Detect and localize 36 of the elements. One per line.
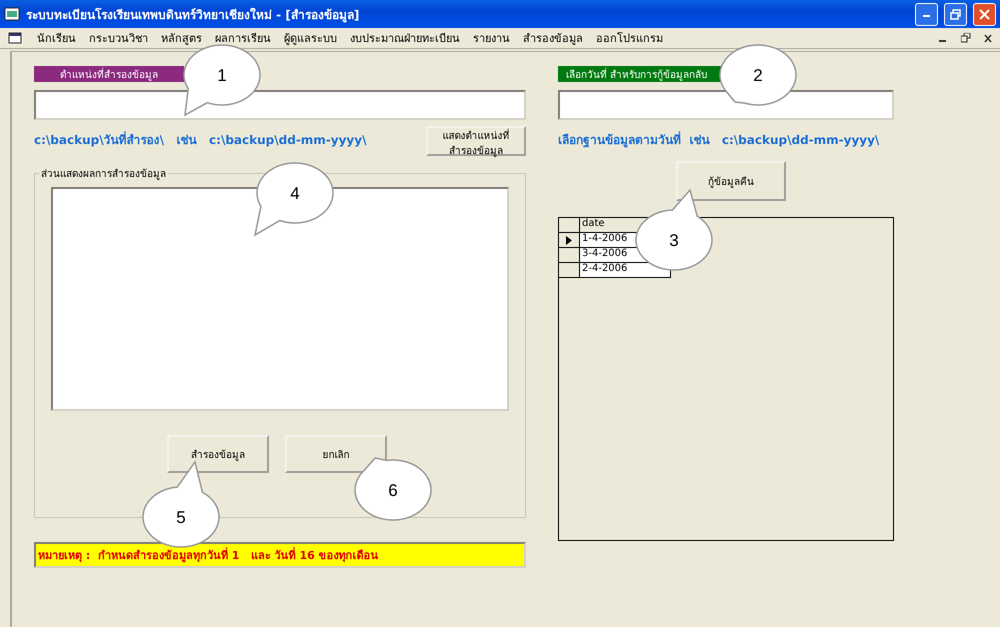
close-icon [979,8,990,20]
menu-item[interactable]: รายงาน [473,29,510,47]
show-path-button[interactable]: แสดงตำแหน่งที่ สำรองข้อมูล [426,126,526,156]
restore-icon [950,8,961,20]
menu-item[interactable]: หลักสูตร [161,29,202,47]
callout-number: 6 [388,481,398,500]
action-button[interactable]: ยกเลิก [285,435,387,473]
child-restore-icon[interactable] [961,33,971,43]
field-label: ตำแหน่งที่สำรองข้อมูล [34,66,184,82]
menu-item[interactable]: นักเรียน [37,29,76,47]
window-title: ระบบทะเบียนโรงเรียนเทพบดินทร์วิทยาเชียงใหม่ - [สำรองข้อมูล] [26,6,360,24]
menu-item[interactable]: สำรองข้อมูล [523,29,583,47]
child-close-icon[interactable] [984,34,992,42]
menu-item[interactable]: งบประมาณฝ่ายทะเบียน [350,29,460,47]
callout-number: 1 [217,66,227,85]
action-button[interactable]: สำรองข้อมูล [167,435,269,473]
note-text: หมายเหตุ : กำหนดสำรองข้อมูลทุกวันที่ 1 และ วันที่ 16 ของทุกเดือน [34,542,526,568]
callout-number: 4 [290,184,300,203]
app-icon [4,7,20,21]
menu-item[interactable]: ผลการเรียน [215,29,271,47]
menu-item[interactable]: ผู้ดูแลระบบ [284,29,337,47]
group-title: ส่วนแสดงผลการสำรองข้อมูล [40,168,167,181]
minimize-button[interactable] [915,2,938,26]
close-button[interactable] [973,2,996,26]
callout-number: 5 [176,508,186,527]
callout-number: 3 [669,231,679,250]
table-cell: 2-4-2006 [580,263,671,278]
hint-text: c:\backup\วันที่สำรอง\ เช่น c:\backup\dd-mm-yyyy\ [34,130,366,149]
hint-text: เลือกฐานข้อมูลตามวันที่ เช่น c:\backup\dd-mm-yyyy\ [558,130,880,149]
field-label: เลือกวันที่ สำหรับการกู้ข้อมูลกลับ [558,66,722,82]
menu-item[interactable]: กระบวนวิชา [89,29,148,47]
callout-number: 2 [753,66,763,85]
restore-button[interactable] [944,2,967,26]
restore-button[interactable]: กู้ข้อมูลคืน [676,161,786,201]
menu-item[interactable]: ออกโปรแกรม [596,29,663,47]
form-icon [8,31,24,45]
